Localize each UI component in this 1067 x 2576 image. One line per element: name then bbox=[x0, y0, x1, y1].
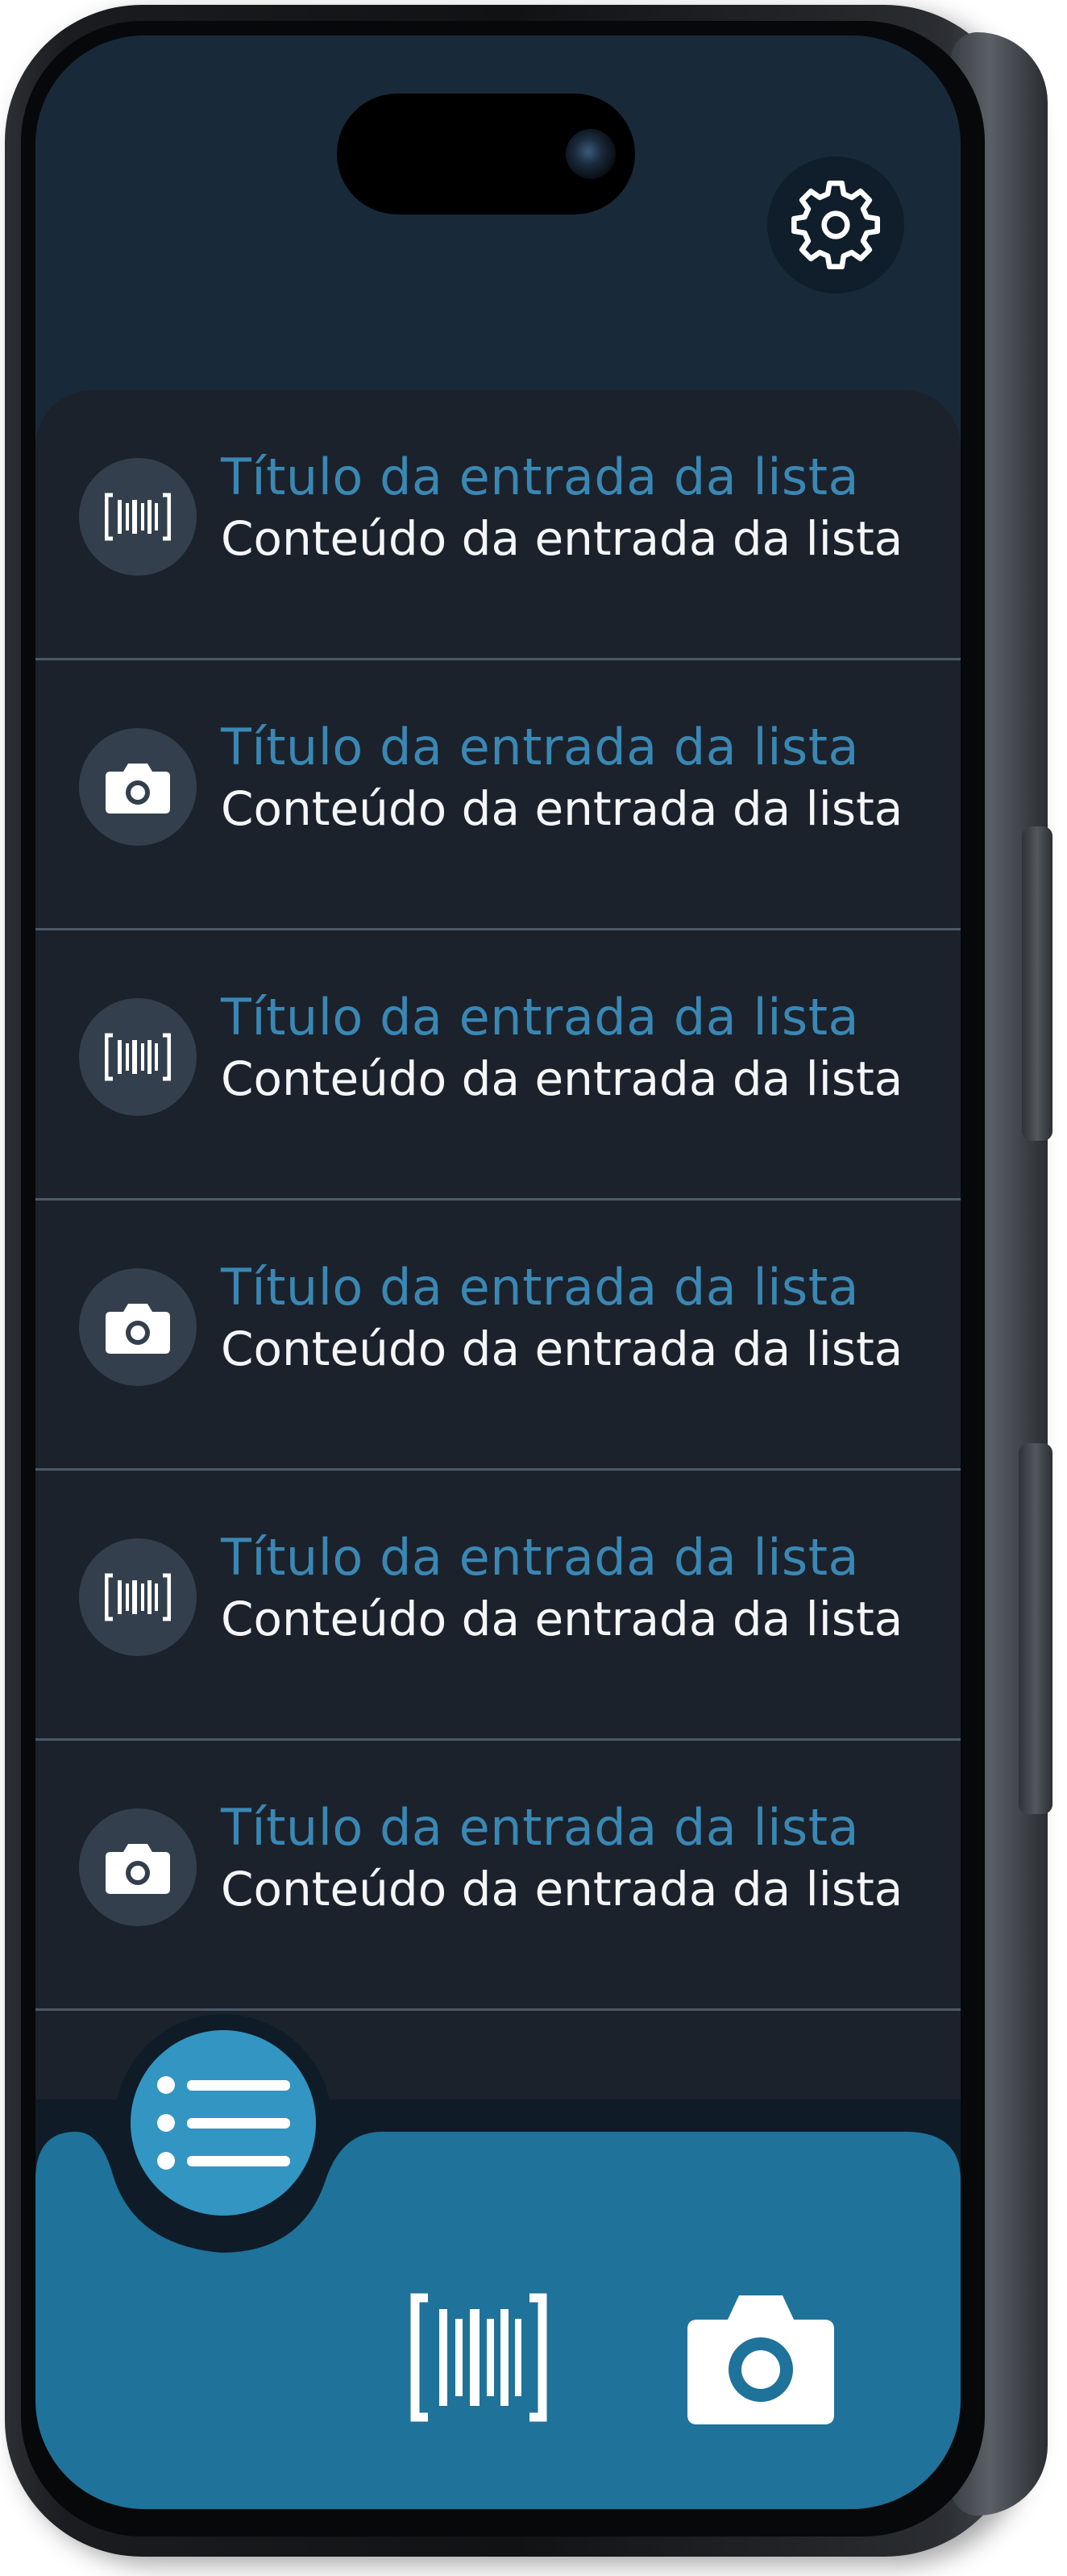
entry-list: Título da entrada da lista Conteúdo da e… bbox=[35, 390, 961, 2100]
item-icon-circle bbox=[79, 728, 197, 846]
dynamic-island bbox=[337, 94, 635, 214]
item-icon-circle bbox=[79, 458, 197, 576]
list-item[interactable]: Título da entrada da lista Conteúdo da e… bbox=[35, 1471, 961, 1741]
list-item[interactable]: Título da entrada da lista Conteúdo da e… bbox=[35, 1201, 961, 1471]
list-view-button[interactable] bbox=[131, 2030, 316, 2216]
camera-icon bbox=[106, 1844, 170, 1894]
list-item[interactable]: Título da entrada da lista Conteúdo da e… bbox=[35, 390, 961, 660]
camera-icon bbox=[106, 764, 170, 814]
list-item-content: Conteúdo da entrada da lista bbox=[221, 781, 903, 836]
barcode-icon bbox=[410, 2293, 547, 2422]
list-item-content: Conteúdo da entrada da lista bbox=[221, 1862, 903, 1916]
list-item[interactable]: Título da entrada da lista Conteúdo da e… bbox=[35, 930, 961, 1201]
camera-button[interactable] bbox=[672, 2277, 849, 2438]
list-item-title: Título da entrada da lista bbox=[221, 1258, 860, 1317]
screen: Título da entrada da lista Conteúdo da e… bbox=[35, 35, 961, 2509]
item-icon-circle bbox=[79, 1538, 197, 1656]
gear-icon bbox=[791, 181, 880, 269]
list-item-title: Título da entrada da lista bbox=[221, 718, 860, 776]
volume-button bbox=[1022, 826, 1052, 1141]
list-item-content: Conteúdo da entrada da lista bbox=[221, 511, 903, 566]
front-camera-icon bbox=[566, 129, 616, 179]
list-item-title: Título da entrada da lista bbox=[221, 447, 860, 506]
barcode-scan-button[interactable] bbox=[398, 2277, 559, 2438]
list-icon bbox=[157, 2076, 290, 2170]
list-item-title: Título da entrada da lista bbox=[221, 988, 860, 1047]
item-icon-circle bbox=[79, 1268, 197, 1386]
settings-button[interactable] bbox=[767, 156, 904, 293]
list-item[interactable]: Título da entrada da lista Conteúdo da e… bbox=[35, 660, 961, 930]
list-item-content: Conteúdo da entrada da lista bbox=[221, 1051, 903, 1106]
barcode-icon bbox=[105, 1033, 171, 1081]
item-icon-circle bbox=[79, 998, 197, 1116]
camera-icon bbox=[106, 1304, 170, 1354]
barcode-icon bbox=[105, 1573, 171, 1621]
list-item-title: Título da entrada da lista bbox=[221, 1798, 860, 1857]
side-button bbox=[1019, 1443, 1052, 1814]
list-item-content: Conteúdo da entrada da lista bbox=[221, 1592, 903, 1646]
list-item[interactable]: Título da entrada da lista Conteúdo da e… bbox=[35, 1741, 961, 2011]
camera-icon bbox=[687, 2295, 834, 2424]
list-item-title: Título da entrada da lista bbox=[221, 1528, 860, 1587]
item-icon-circle bbox=[79, 1808, 197, 1926]
barcode-icon bbox=[105, 493, 171, 541]
list-item-content: Conteúdo da entrada da lista bbox=[221, 1321, 903, 1376]
